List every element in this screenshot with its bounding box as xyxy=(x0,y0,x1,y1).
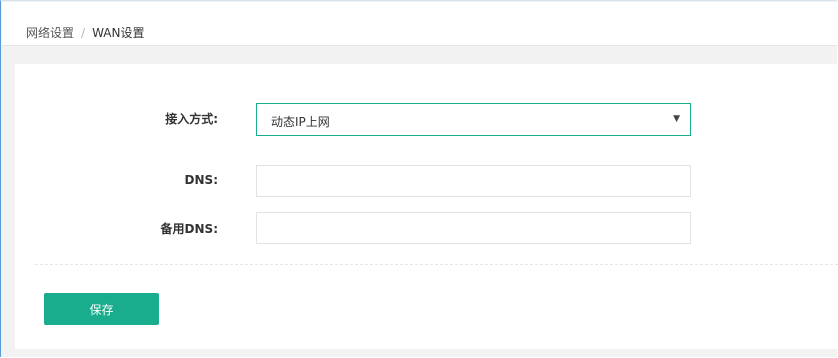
access-mode-select[interactable]: 动态IP上网 ▼ xyxy=(256,103,691,136)
save-button[interactable]: 保存 xyxy=(44,293,159,325)
breadcrumb-item-wan-settings: WAN设置 xyxy=(92,26,145,40)
breadcrumb-separator: / xyxy=(81,26,86,40)
dns-input[interactable] xyxy=(256,165,691,197)
backup-dns-label: 备用DNS: xyxy=(160,222,218,236)
access-mode-selected-value: 动态IP上网 xyxy=(271,115,330,129)
breadcrumb: 网络设置 / WAN设置 xyxy=(26,24,144,41)
wan-settings-panel: 接入方式: 动态IP上网 ▼ DNS: 备用DNS: 保存 xyxy=(15,64,838,349)
dns-label: DNS: xyxy=(184,173,218,187)
chevron-down-icon: ▼ xyxy=(673,114,680,124)
breadcrumb-bar: 网络设置 / WAN设置 xyxy=(2,2,838,46)
form-divider xyxy=(35,264,838,265)
access-mode-label: 接入方式: xyxy=(165,112,218,126)
breadcrumb-item-network-settings[interactable]: 网络设置 xyxy=(26,26,74,40)
app-frame: 网络设置 / WAN设置 接入方式: 动态IP上网 ▼ DNS: 备用DNS: 保存 xyxy=(0,0,838,357)
backup-dns-input[interactable] xyxy=(256,212,691,244)
